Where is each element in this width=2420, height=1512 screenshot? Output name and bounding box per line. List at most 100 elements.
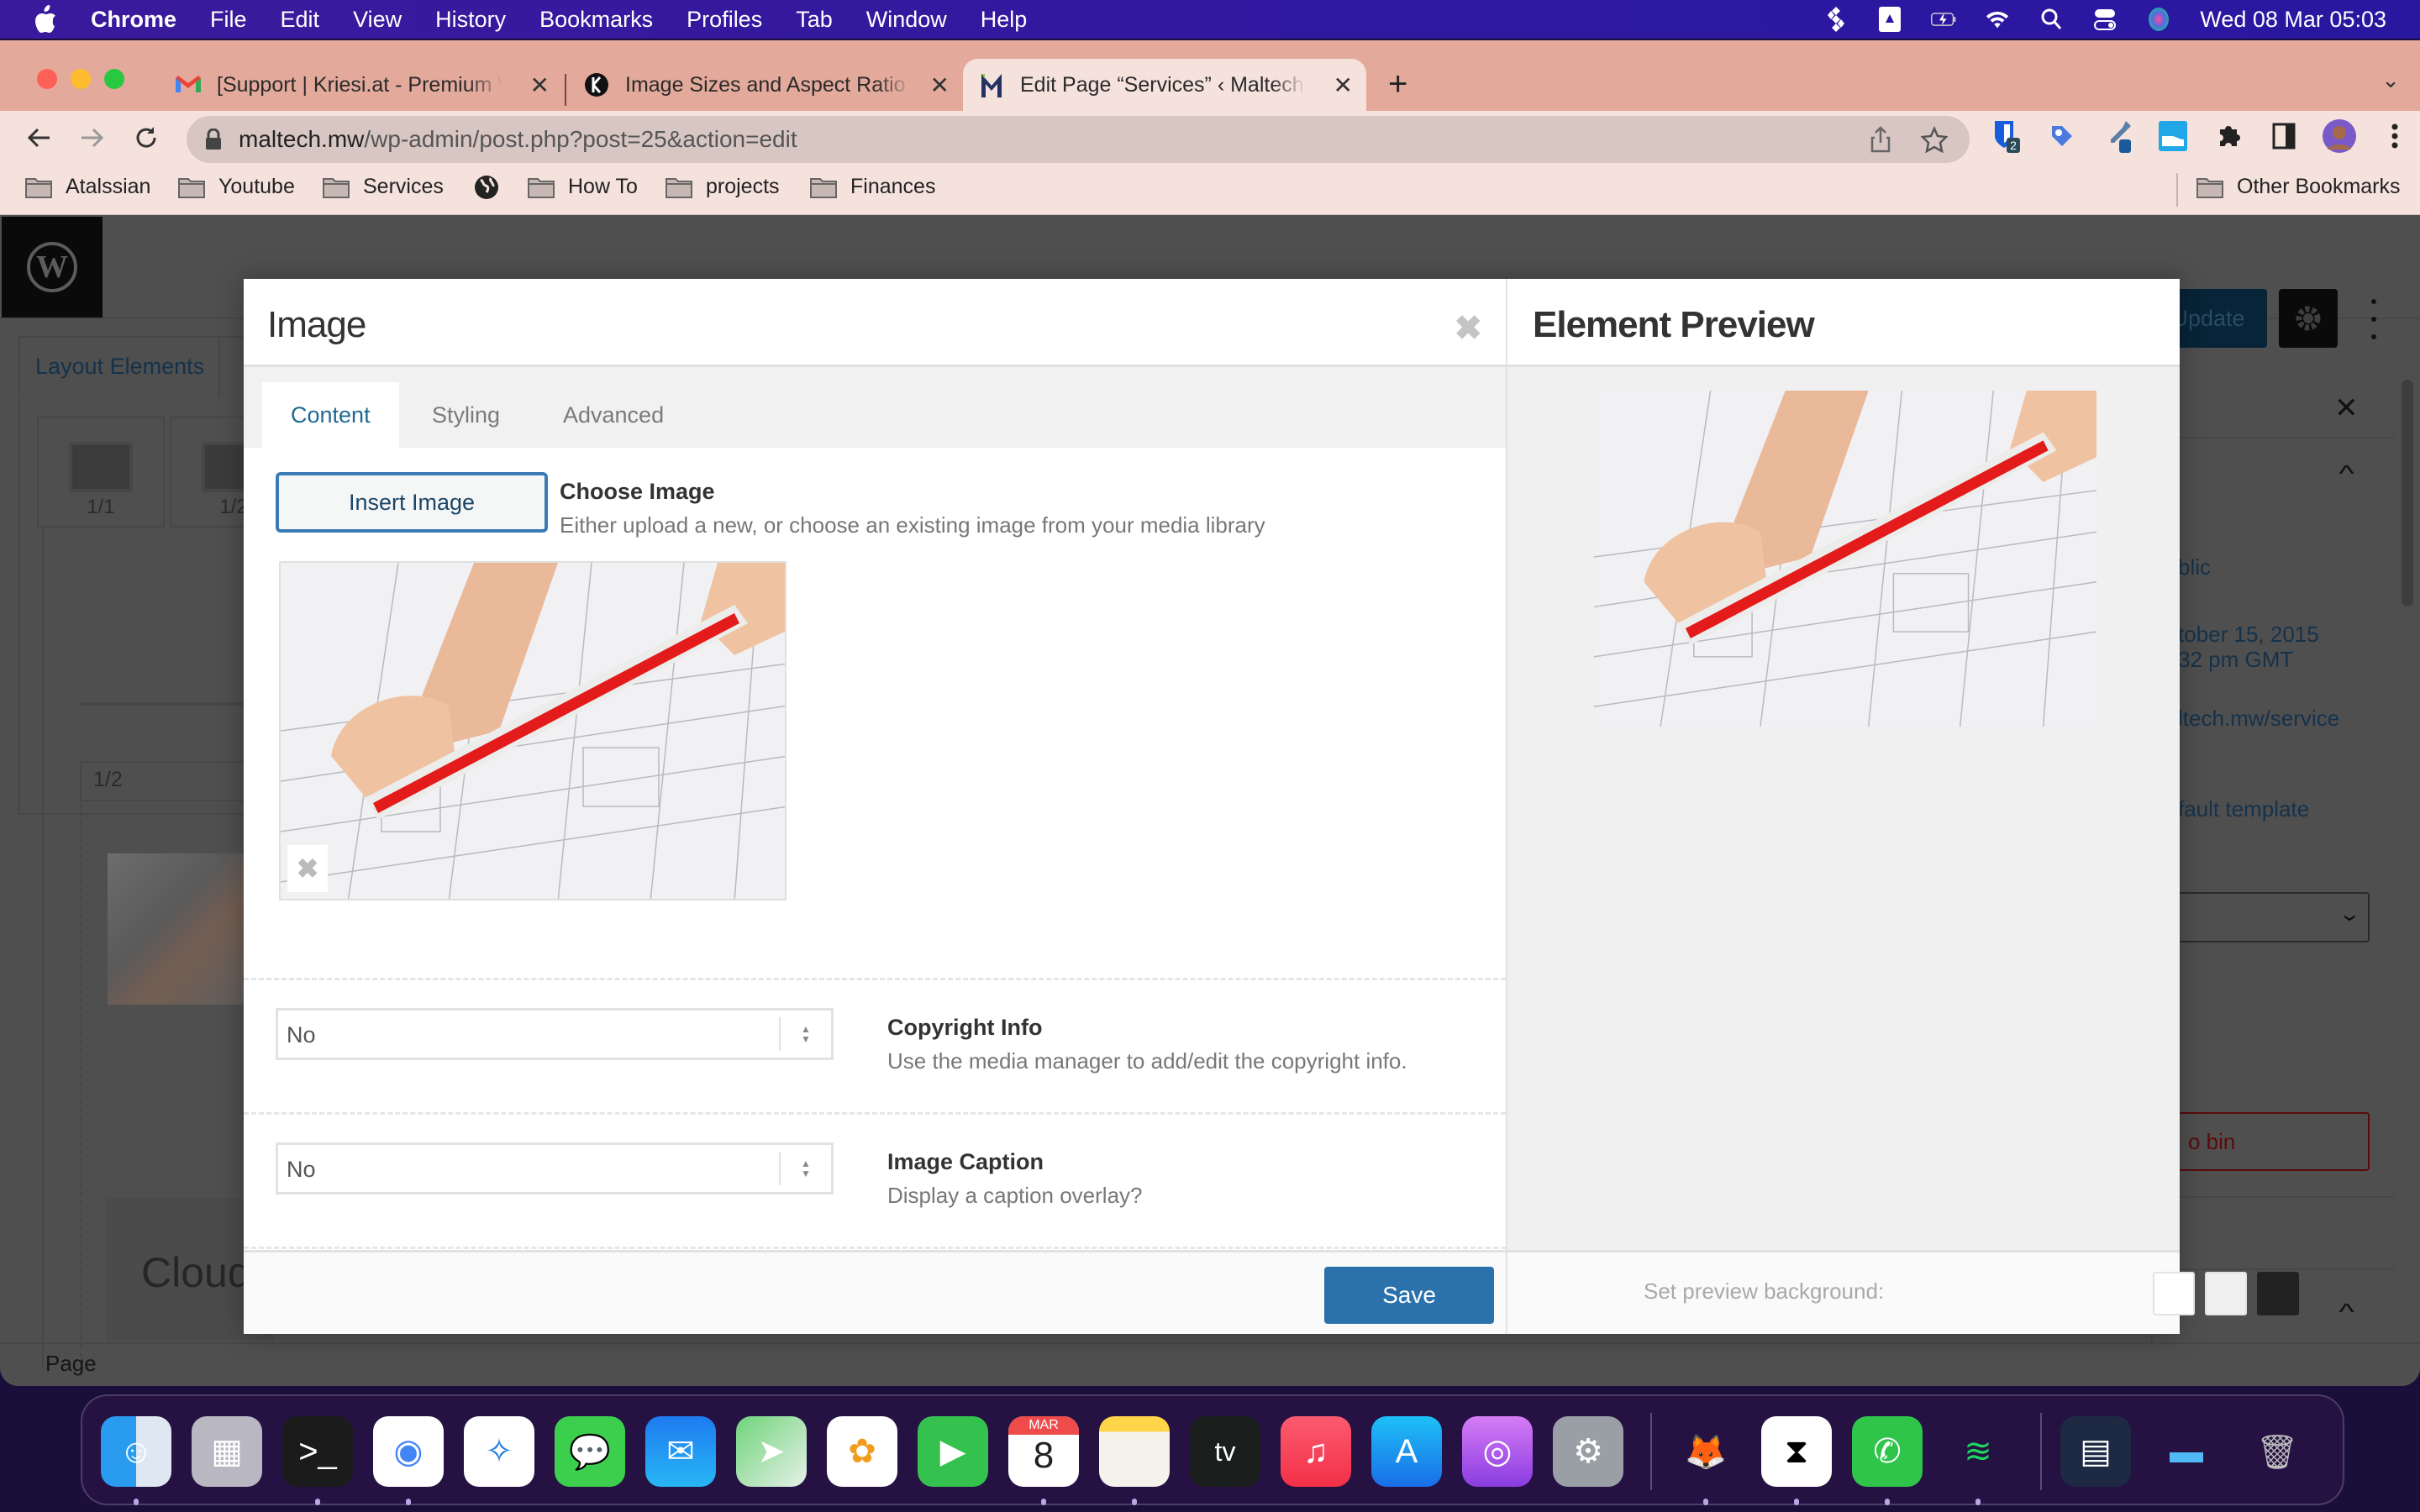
- selected-image-thumbnail[interactable]: ✖: [279, 561, 786, 900]
- bookmark-globe[interactable]: [474, 175, 499, 200]
- bookmark-folder-atalssian[interactable]: Atalssian: [25, 175, 150, 199]
- back-button[interactable]: [20, 119, 57, 156]
- preview-bg-white-swatch[interactable]: [2153, 1272, 2195, 1315]
- wifi-icon[interactable]: [1985, 7, 2010, 32]
- copyright-info-select[interactable]: No ▲ ▼: [276, 1008, 834, 1060]
- eyedropper-extension-icon[interactable]: [2101, 119, 2134, 153]
- dock-app-finder[interactable]: ☺: [101, 1416, 171, 1487]
- sidebar-select[interactable]: ⌄: [2151, 892, 2370, 942]
- lock-icon[interactable]: [205, 128, 222, 150]
- menu-app-chrome[interactable]: Chrome: [91, 7, 176, 33]
- menu-file[interactable]: File: [210, 7, 247, 33]
- dock-app-gimp[interactable]: 🦊: [1670, 1416, 1741, 1487]
- bookmark-folder-youtube[interactable]: Youtube: [178, 175, 295, 199]
- modal-close-icon[interactable]: ✖: [1454, 309, 1482, 348]
- window-zoom-button[interactable]: [104, 69, 124, 89]
- bookmark-star-icon[interactable]: [1920, 125, 1949, 157]
- dock-app-music[interactable]: ♫: [1281, 1416, 1351, 1487]
- menu-edit[interactable]: Edit: [281, 7, 320, 33]
- panel-collapse-chevron-icon[interactable]: ^: [2338, 460, 2354, 487]
- dock-app-photos[interactable]: ✿: [827, 1416, 897, 1487]
- menu-window[interactable]: Window: [866, 7, 947, 33]
- dock-app-mail[interactable]: ✉: [645, 1416, 716, 1487]
- menu-tab[interactable]: Tab: [796, 7, 833, 33]
- control-center-icon[interactable]: [2092, 7, 2118, 32]
- window-close-button[interactable]: [37, 69, 57, 89]
- apple-menu-icon[interactable]: [34, 5, 59, 34]
- dock-app-apple-tv[interactable]: tv: [1190, 1416, 1260, 1487]
- background-image-element[interactable]: [108, 853, 259, 1005]
- chrome-menu-kebab-icon[interactable]: [2378, 119, 2412, 153]
- spotlight-search-icon[interactable]: [2039, 7, 2064, 32]
- tab-advanced[interactable]: Advanced: [534, 382, 692, 448]
- bookmark-other-bookmarks[interactable]: Other Bookmarks: [2196, 175, 2401, 199]
- new-tab-button[interactable]: +: [1388, 66, 1407, 103]
- tab-close-icon[interactable]: ✕: [930, 71, 950, 99]
- extensions-puzzle-icon[interactable]: [2212, 119, 2245, 153]
- preview-bg-light-swatch[interactable]: [2205, 1272, 2247, 1315]
- bookmark-folder-services[interactable]: Services: [323, 175, 444, 199]
- dropbox-icon[interactable]: [1823, 7, 1849, 32]
- address-bar[interactable]: maltech.mw/wp-admin/post.php?post=25&act…: [187, 116, 1970, 163]
- dock-app-trash[interactable]: 🗑: [2242, 1416, 2312, 1487]
- menu-bookmarks[interactable]: Bookmarks: [539, 7, 653, 33]
- preview-bg-dark-swatch[interactable]: [2257, 1272, 2299, 1315]
- bookmark-folder-how-to[interactable]: How To: [528, 175, 638, 199]
- dock-app-messages[interactable]: 💬: [555, 1416, 625, 1487]
- dock-app-capcut[interactable]: ⧗: [1761, 1416, 1832, 1487]
- dock-app-chrome[interactable]: ◉: [373, 1416, 444, 1487]
- status-page-label[interactable]: Page: [45, 1351, 97, 1377]
- image-caption-select[interactable]: No ▲ ▼: [276, 1142, 834, 1194]
- bookmark-folder-finances[interactable]: Finances: [810, 175, 935, 199]
- move-to-bin-button[interactable]: o bin: [2151, 1112, 2370, 1171]
- dock-app-whatsapp[interactable]: ✆: [1852, 1416, 1923, 1487]
- menu-profiles[interactable]: Profiles: [687, 7, 762, 33]
- save-button[interactable]: Save: [1324, 1267, 1494, 1324]
- profile-avatar[interactable]: [2323, 119, 2356, 153]
- dock-app-facetime[interactable]: ▶: [918, 1416, 988, 1487]
- visibility-value[interactable]: blic: [2178, 554, 2211, 580]
- dock-app-maps[interactable]: ➤: [736, 1416, 807, 1487]
- browser-tab-gmail[interactable]: [Support | Kriesi.at - Premium W ✕: [160, 59, 563, 111]
- tab-search-chevron-icon[interactable]: ⌄: [2381, 67, 2400, 93]
- tab-close-icon[interactable]: ✕: [1334, 71, 1353, 99]
- panel-collapse-chevron-icon[interactable]: ^: [2338, 1299, 2354, 1326]
- side-panel-icon[interactable]: [2267, 119, 2301, 153]
- publish-date-line1[interactable]: tober 15, 2015: [2178, 622, 2319, 647]
- browser-tab-edit-page[interactable]: Edit Page “Services” ‹ Maltech ✕: [963, 59, 1366, 111]
- tab-close-icon[interactable]: ✕: [530, 71, 550, 99]
- layout-element-full[interactable]: 1/1: [37, 417, 165, 528]
- reload-button[interactable]: [128, 119, 165, 156]
- dock-app-terminal[interactable]: >_: [282, 1416, 353, 1487]
- dock-app-safari[interactable]: ✧: [464, 1416, 534, 1487]
- siri-icon[interactable]: [2146, 7, 2171, 32]
- publish-date-line2[interactable]: 32 pm GMT: [2178, 647, 2293, 672]
- menu-history[interactable]: History: [435, 7, 506, 33]
- template-value[interactable]: fault template: [2178, 796, 2309, 822]
- dock-app-spotify[interactable]: ≋: [1943, 1416, 2013, 1487]
- remove-image-icon[interactable]: ✖: [287, 845, 328, 892]
- dock-app-podcasts[interactable]: ◎: [1462, 1416, 1533, 1487]
- tab-styling[interactable]: Styling: [403, 382, 529, 448]
- tag-extension-icon[interactable]: [2045, 119, 2079, 153]
- dock-app-app-store[interactable]: A: [1371, 1416, 1442, 1487]
- menu-bar-clock[interactable]: Wed 08 Mar 05:03: [2200, 7, 2386, 33]
- screen-extension-icon[interactable]: [2156, 119, 2190, 153]
- menu-view[interactable]: View: [353, 7, 402, 33]
- dock-app-system-preferences[interactable]: ⚙: [1553, 1416, 1623, 1487]
- menu-help[interactable]: Help: [981, 7, 1028, 33]
- forward-button[interactable]: [74, 119, 111, 156]
- bookmark-folder-projects[interactable]: projects: [666, 175, 780, 199]
- dock-app-calendar[interactable]: MAR 8: [1008, 1416, 1079, 1487]
- tab-content[interactable]: Content: [262, 382, 399, 448]
- dock-app-folder[interactable]: ▬: [2151, 1416, 2222, 1487]
- insert-image-button[interactable]: Insert Image: [276, 472, 548, 533]
- sidebar-scrollbar[interactable]: [2402, 380, 2413, 606]
- dock-app-launchpad[interactable]: ▦: [192, 1416, 262, 1487]
- window-minimize-button[interactable]: [71, 69, 91, 89]
- tab-layout-elements[interactable]: Layout Elements: [18, 336, 220, 398]
- sidebar-close-icon[interactable]: ✕: [2334, 391, 2359, 425]
- browser-tab-kriesi[interactable]: Image Sizes and Aspect Ratio - ✕: [568, 59, 963, 111]
- bitwarden-extension-icon[interactable]: 2: [1990, 119, 2023, 153]
- share-icon[interactable]: [1870, 126, 1891, 157]
